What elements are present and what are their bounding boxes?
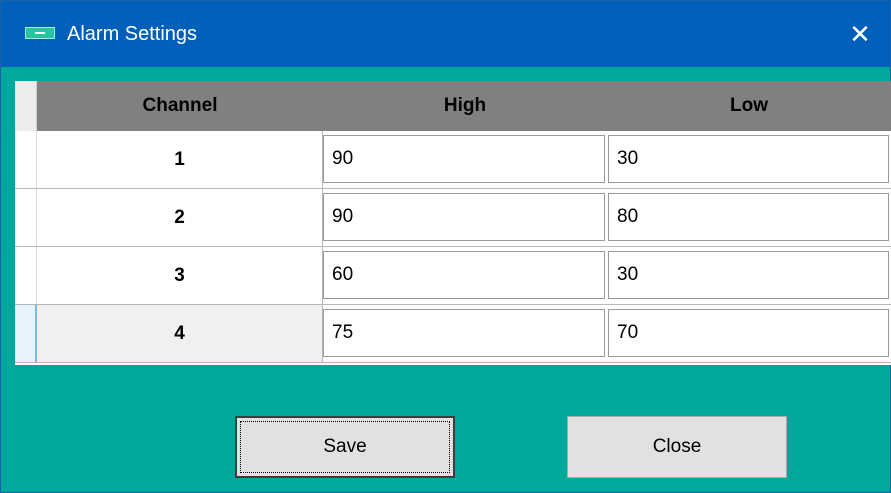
window-title: Alarm Settings (67, 23, 198, 45)
high-input[interactable] (323, 309, 605, 357)
column-header-channel[interactable]: Channel (37, 81, 323, 131)
grid-header-row: Channel High Low (15, 81, 891, 131)
close-window-button[interactable]: ✕ (830, 1, 890, 67)
row-header-current[interactable] (15, 305, 37, 362)
alarm-settings-window: Alarm Settings ✕ Channel High Low 1 2 3 (0, 0, 891, 493)
title-bar: Alarm Settings ✕ (1, 1, 890, 67)
row-header[interactable] (15, 247, 37, 304)
grid-row-3: 3 (15, 247, 891, 305)
grid-row-4: 4 (15, 305, 891, 363)
high-input[interactable] (323, 193, 605, 241)
low-input[interactable] (608, 193, 889, 241)
low-input[interactable] (608, 309, 889, 357)
channel-cell[interactable]: 1 (37, 131, 323, 188)
low-input[interactable] (608, 135, 889, 183)
close-button[interactable]: Close (567, 416, 787, 478)
high-input[interactable] (323, 251, 605, 299)
channel-cell[interactable]: 2 (37, 189, 323, 246)
alarm-grid: Channel High Low 1 2 3 4 (15, 81, 891, 365)
high-input[interactable] (323, 135, 605, 183)
close-icon: ✕ (849, 18, 871, 49)
app-icon (25, 27, 55, 39)
low-input[interactable] (608, 251, 889, 299)
channel-cell[interactable]: 4 (37, 305, 323, 362)
save-button[interactable]: Save (235, 416, 455, 478)
grid-corner-header[interactable] (15, 81, 37, 131)
column-header-high[interactable]: High (323, 81, 607, 131)
row-header[interactable] (15, 189, 37, 246)
grid-row-1: 1 (15, 131, 891, 189)
channel-cell[interactable]: 3 (37, 247, 323, 304)
row-header[interactable] (15, 131, 37, 188)
column-header-low[interactable]: Low (607, 81, 891, 131)
grid-row-2: 2 (15, 189, 891, 247)
